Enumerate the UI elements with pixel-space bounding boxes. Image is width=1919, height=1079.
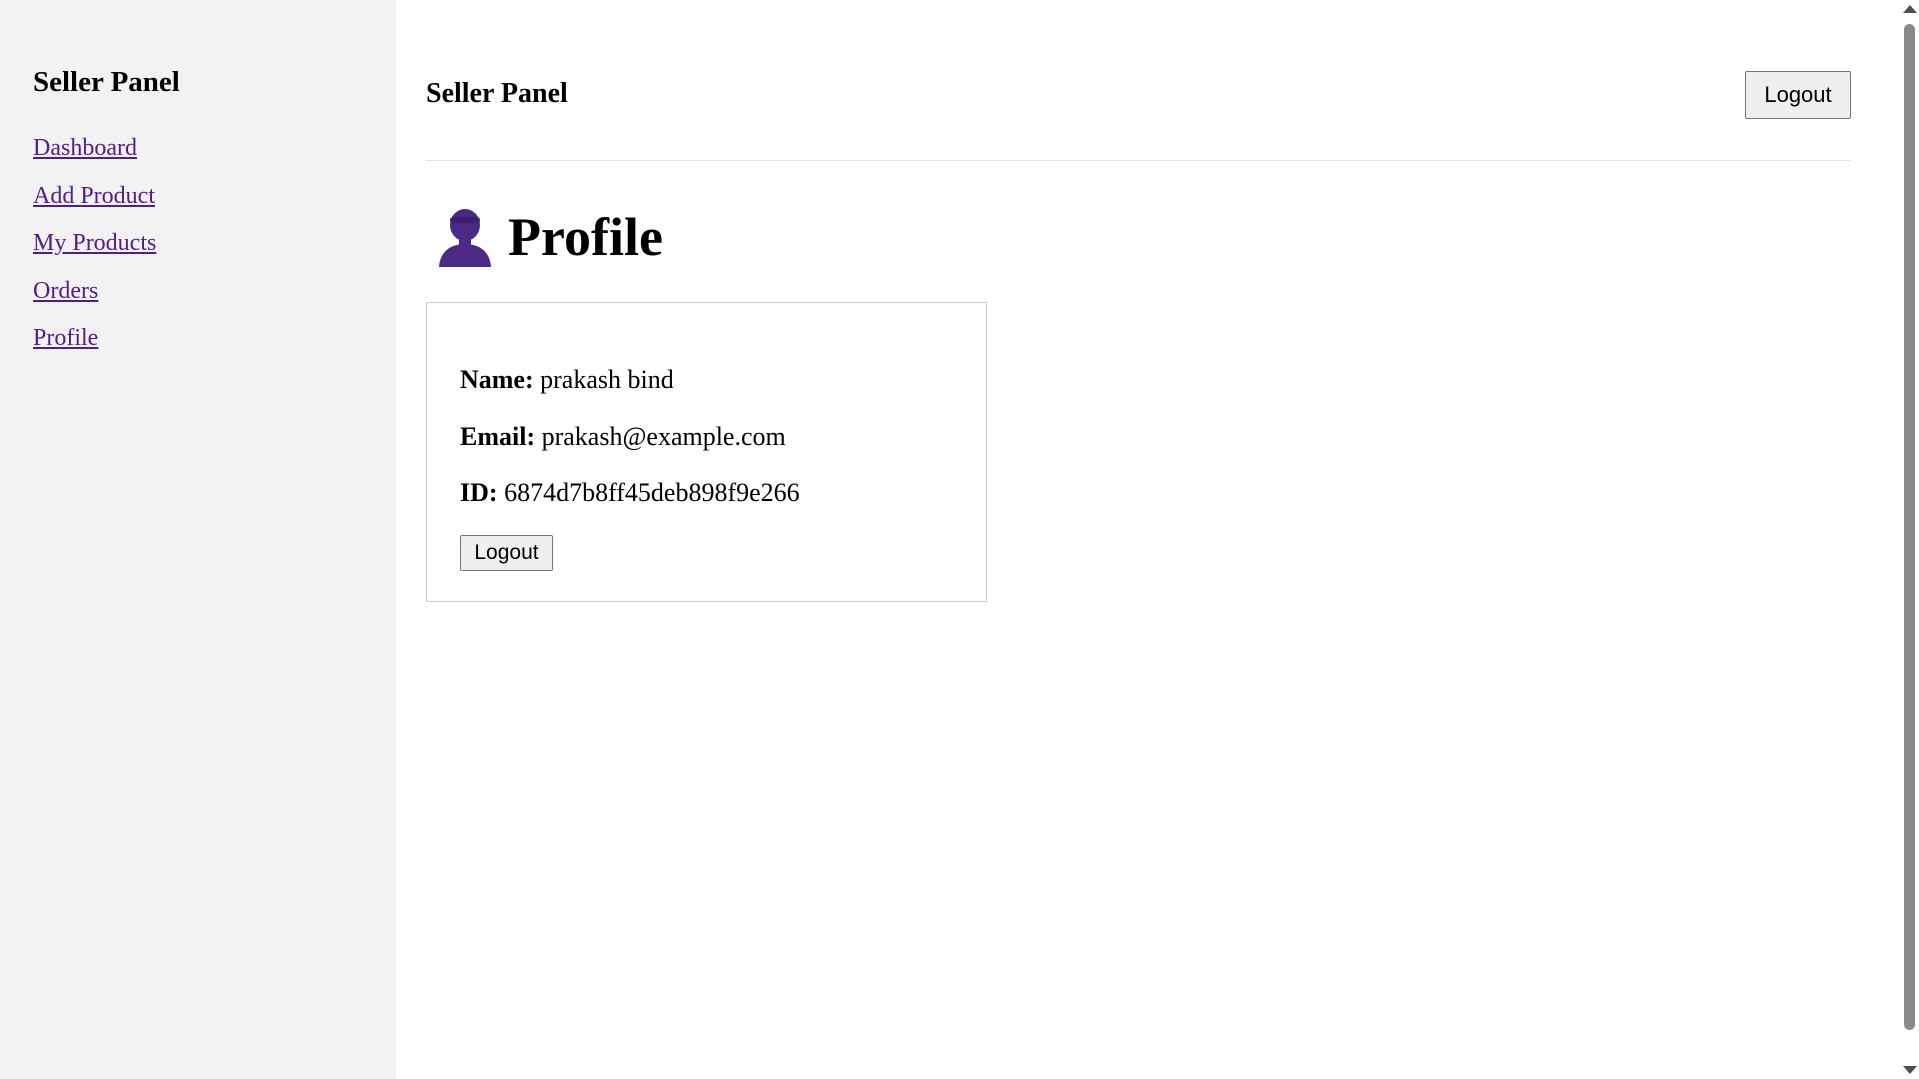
vertical-scrollbar[interactable]: [1900, 0, 1919, 1079]
scroll-down-arrow-icon[interactable]: [1903, 1066, 1917, 1074]
sidebar-link-my-products[interactable]: My Products: [33, 230, 156, 256]
sidebar-title: Seller Panel: [33, 66, 180, 98]
name-label: Name:: [460, 365, 534, 394]
sidebar-link-orders[interactable]: Orders: [33, 278, 98, 304]
sidebar-link-add-product[interactable]: Add Product: [33, 183, 155, 209]
email-value: prakash@example.com: [541, 422, 786, 451]
sidebar-item-add-product: Add Product: [33, 180, 156, 228]
id-value: 6874d7b8ff45deb898f9e266: [504, 478, 800, 507]
profile-name-row: Name: prakash bind: [460, 364, 674, 396]
sidebar-item-dashboard: Dashboard: [33, 132, 156, 180]
scroll-up-arrow-icon[interactable]: [1903, 5, 1917, 13]
sidebar-item-orders: Orders: [33, 275, 156, 323]
sidebar-link-profile[interactable]: Profile: [33, 325, 98, 351]
header-divider: [426, 160, 1851, 161]
sidebar-link-dashboard[interactable]: Dashboard: [33, 135, 137, 161]
sidebar-nav: Dashboard Add Product My Products Orders…: [33, 132, 156, 370]
profile-heading: Profile: [436, 205, 663, 269]
app-root: Seller Panel Dashboard Add Product My Pr…: [0, 0, 1919, 1079]
email-label: Email:: [460, 422, 536, 451]
sidebar: Seller Panel Dashboard Add Product My Pr…: [0, 0, 396, 1079]
sidebar-item-profile: Profile: [33, 322, 156, 370]
header-title: Seller Panel: [426, 78, 568, 109]
main-content: Seller Panel Logout Profile Name: prakas…: [396, 0, 1900, 1079]
profile-id-row: ID: 6874d7b8ff45deb898f9e266: [460, 477, 800, 509]
profile-card: Name: prakash bind Email: prakash@exampl…: [426, 302, 987, 602]
sidebar-item-my-products: My Products: [33, 227, 156, 275]
profile-logout-button[interactable]: Logout: [460, 535, 553, 571]
name-value: prakash bind: [540, 365, 674, 394]
id-label: ID:: [460, 478, 498, 507]
scroll-thumb[interactable]: [1904, 24, 1915, 1030]
user-silhouette-icon: [436, 207, 494, 267]
profile-email-row: Email: prakash@example.com: [460, 421, 786, 453]
header-logout-button[interactable]: Logout: [1745, 71, 1851, 119]
page-title: Profile: [508, 207, 663, 267]
